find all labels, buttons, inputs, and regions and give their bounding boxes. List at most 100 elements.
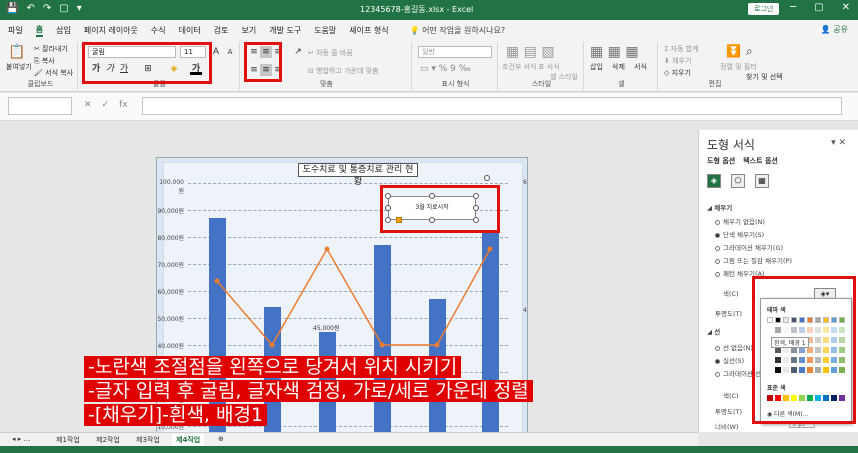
y2-tick-label: 6 bbox=[523, 179, 527, 186]
clear-button[interactable]: ◇ 지우기 bbox=[664, 68, 691, 78]
tab-shape-options[interactable]: 도형 옵션 bbox=[707, 156, 735, 166]
undo-icon[interactable]: ↶ bbox=[26, 3, 34, 14]
name-box[interactable] bbox=[8, 97, 72, 115]
y-tick-label: 60,000원 bbox=[157, 289, 184, 296]
radio-icon bbox=[715, 371, 720, 377]
fx-icon[interactable]: fx bbox=[119, 100, 128, 110]
formula-input[interactable] bbox=[142, 97, 842, 115]
format-painter-button[interactable]: 🖌 서식 복사 bbox=[34, 68, 73, 78]
save-icon[interactable]: 💾 bbox=[6, 3, 18, 14]
insert-cells-button[interactable]: 삽입 bbox=[590, 62, 603, 72]
gridline bbox=[188, 264, 508, 265]
delete-cells-button[interactable]: 삭제 bbox=[612, 62, 625, 72]
paste-icon[interactable]: 📋 bbox=[8, 44, 25, 60]
fill-option-label: 그림 또는 질감 채우기(P) bbox=[723, 257, 793, 265]
redo-icon[interactable]: ↷ bbox=[43, 3, 51, 14]
gridline bbox=[188, 426, 508, 427]
ribbon-display-icon[interactable]: ▭ bbox=[763, 2, 772, 13]
tab-home[interactable]: 홈 bbox=[35, 24, 44, 37]
copy-button[interactable]: ⎘ 복사 bbox=[34, 56, 55, 66]
size-properties-icon[interactable]: ▦ bbox=[755, 174, 769, 188]
line-color-label: 색(C) bbox=[723, 392, 739, 400]
share-button[interactable]: 👤 공유 bbox=[821, 24, 848, 35]
add-sheet-icon[interactable]: ⊕ bbox=[214, 434, 228, 444]
y-tick-label: 80,000원 bbox=[157, 235, 184, 242]
y-tick-label: 40,000원 bbox=[157, 343, 184, 350]
editing-group: Σ 자동 합계 ⬇ 채우기 ◇ 지우기 ⏬ ⌕ 정렬 및 필터 찾기 및 선택 … bbox=[660, 42, 783, 90]
sheet-nav-icon[interactable]: ◂ ▸ … bbox=[8, 434, 34, 444]
sort-filter-button[interactable]: 정렬 및 필터 bbox=[720, 62, 757, 72]
shrink-font-icon[interactable]: A bbox=[224, 46, 236, 58]
tab-formulas[interactable]: 수식 bbox=[151, 25, 166, 36]
fill-section-header[interactable]: ◢ 채우기 bbox=[707, 202, 732, 212]
tab-insert[interactable]: 삽입 bbox=[56, 25, 71, 36]
rotate-handle-icon[interactable] bbox=[484, 175, 490, 181]
orientation-icon[interactable]: ↗ bbox=[292, 46, 304, 58]
fill-line-icon[interactable]: ◈ bbox=[707, 174, 721, 188]
fill-option-none[interactable]: 채우기 없음(N) bbox=[715, 216, 765, 226]
radio-icon bbox=[715, 219, 720, 225]
form-icon[interactable]: ▢ bbox=[59, 3, 68, 14]
fill-option-gradient[interactable]: 그라데이션 채우기(G) bbox=[715, 242, 783, 252]
sheet-tab-2[interactable]: 제2작업 bbox=[92, 434, 124, 446]
tell-me-box[interactable]: 💡 어떤 작업을 원하시나요? bbox=[410, 25, 505, 36]
tab-text-options[interactable]: 텍스트 옵션 bbox=[743, 156, 778, 166]
autosum-button[interactable]: Σ 자동 합계 bbox=[664, 44, 699, 54]
fill-button[interactable]: ⬇ 채우기 bbox=[664, 56, 691, 66]
merge-button[interactable]: ⊟ 병합하고 가운데 맞춤 bbox=[308, 66, 379, 76]
cancel-icon[interactable]: ✕ bbox=[84, 100, 92, 110]
panel-close-icon[interactable]: ▾ ✕ bbox=[831, 138, 846, 148]
table-format-button[interactable]: 표 서식 bbox=[538, 62, 560, 72]
fill-option-solid[interactable]: 단색 채우기(S) bbox=[715, 229, 764, 239]
tab-view[interactable]: 보기 bbox=[241, 25, 256, 36]
line-option-solid[interactable]: 실선(S) bbox=[715, 355, 744, 365]
minimize-icon[interactable]: ─ bbox=[790, 2, 796, 13]
font-highlight-box bbox=[82, 42, 212, 84]
sigma-icon: Σ bbox=[664, 45, 671, 53]
number-format-icons[interactable]: ▭ ▾ % 9 ‰ bbox=[420, 64, 471, 74]
fill-option-picture[interactable]: 그림 또는 질감 채우기(P) bbox=[715, 255, 792, 265]
instruction-line-3: -[채우기]-흰색, 배경1 bbox=[84, 404, 268, 426]
wrap-text-button[interactable]: ↵ 자동 줄 바꿈 bbox=[308, 48, 353, 58]
conditional-format-button[interactable]: 조건부 서식 bbox=[502, 62, 536, 72]
window-title: 12345678-홍길동.xlsx - Excel bbox=[360, 5, 474, 14]
panel-title: 도형 서식 bbox=[707, 138, 755, 152]
copy-label: 복사 bbox=[41, 57, 55, 65]
maximize-icon[interactable]: ▢ bbox=[814, 2, 823, 13]
sheet-tab-1[interactable]: 제1작업 bbox=[52, 434, 84, 446]
eraser-icon: ◇ bbox=[664, 69, 672, 77]
wrap-label: 자동 줄 바꿈 bbox=[316, 49, 353, 57]
tab-review[interactable]: 검토 bbox=[214, 25, 229, 36]
panel-icon-tabs: ◈ ⬠ ▦ bbox=[707, 174, 769, 188]
instruction-line-1: -노란색 조절점을 왼쪽으로 당겨서 위치 시키기 bbox=[84, 356, 462, 378]
effects-icon[interactable]: ⬠ bbox=[731, 174, 745, 188]
radio-icon bbox=[715, 271, 720, 277]
close-icon[interactable]: ✕ bbox=[842, 2, 850, 13]
tab-file[interactable]: 파일 bbox=[8, 25, 23, 36]
tab-help[interactable]: 도움말 bbox=[314, 25, 336, 36]
find-icon[interactable]: ⌕ bbox=[746, 44, 753, 59]
sheet-tab-3[interactable]: 제3작업 bbox=[132, 434, 164, 446]
tab-shape-format[interactable]: 셰이프 형식 bbox=[349, 25, 388, 36]
window-controls: ▭ ─ ▢ ✕ bbox=[763, 2, 850, 13]
format-cells-button[interactable]: 서식 bbox=[634, 62, 647, 72]
line-header-label: 선 bbox=[714, 328, 721, 336]
line-option-none[interactable]: 선 없음(N) bbox=[715, 342, 753, 352]
line-section-header[interactable]: ◢ 선 bbox=[707, 326, 720, 336]
chart-bar[interactable] bbox=[374, 245, 391, 453]
brush-icon: 🖌 bbox=[34, 69, 46, 77]
chart-bar[interactable] bbox=[482, 231, 499, 453]
paste-label[interactable]: 붙여넣기 bbox=[6, 62, 32, 72]
fill-color-label: 색(C) bbox=[723, 290, 739, 298]
chart-title[interactable]: 도수치료 및 통증치료 관리 현황 bbox=[298, 163, 418, 187]
sort-filter-icon[interactable]: ⏬ bbox=[726, 44, 741, 58]
cut-button[interactable]: ✂ 잘라내기 bbox=[34, 44, 68, 54]
tab-page-layout[interactable]: 페이지 레이아웃 bbox=[84, 25, 138, 36]
enter-icon[interactable]: ✓ bbox=[102, 100, 110, 110]
styles-group: ▦ ▤ ▧ 조건부 서식 표 서식 셀 스타일 스타일 bbox=[500, 42, 584, 90]
customize-icon[interactable]: ▾ bbox=[77, 3, 82, 14]
tab-data[interactable]: 데이터 bbox=[179, 25, 201, 36]
tab-developer[interactable]: 개발 도구 bbox=[269, 25, 301, 36]
number-format-combo[interactable]: 일반 bbox=[418, 46, 492, 58]
textbox-highlight-box bbox=[380, 185, 500, 233]
